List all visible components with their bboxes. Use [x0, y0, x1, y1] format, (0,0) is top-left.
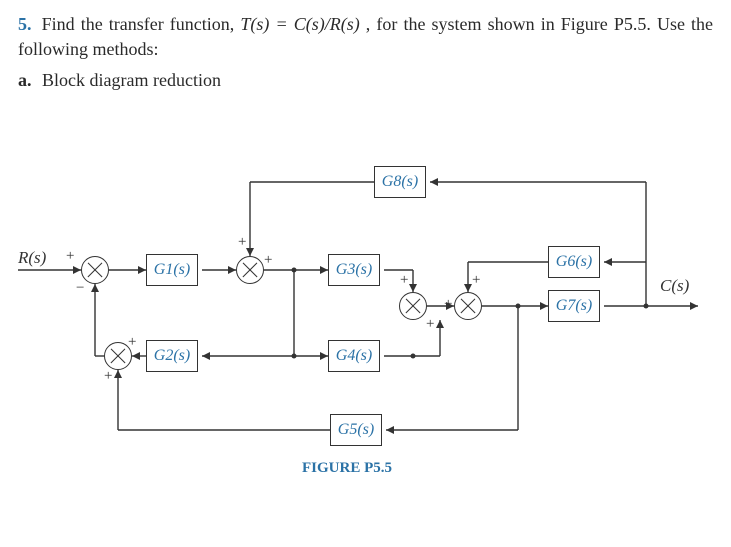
sign-s2-top: +	[238, 234, 246, 251]
block-g2: G2(s)	[146, 340, 198, 372]
summer-2	[236, 256, 264, 284]
block-g6: G6(s)	[548, 246, 600, 278]
problem-equation: T(s) = C(s)/R(s)	[240, 14, 359, 34]
block-g7: G7(s)	[548, 290, 600, 322]
output-label: C(s)	[660, 276, 689, 296]
block-g8: G8(s)	[374, 166, 426, 198]
sign-s1-bot: −	[76, 280, 84, 297]
sign-s3-top: +	[128, 334, 136, 351]
block-g3: G3(s)	[328, 254, 380, 286]
block-g4: G4(s)	[328, 340, 380, 372]
sub-item: a. Block diagram reduction	[18, 70, 713, 91]
sub-text: Block diagram reduction	[42, 70, 221, 90]
figure-caption: FIGURE P5.5	[302, 460, 392, 477]
sign-s2-right: +	[264, 252, 272, 269]
summer-1	[81, 256, 109, 284]
problem-text: 5. Find the transfer function, T(s) = C(…	[18, 12, 713, 62]
sign-s4-left: +	[400, 272, 408, 289]
input-label: R(s)	[18, 248, 46, 268]
problem-text-1: Find the transfer function,	[42, 14, 241, 34]
sign-s3-bot: +	[104, 368, 112, 385]
summer-4	[399, 292, 427, 320]
block-g1: G1(s)	[146, 254, 198, 286]
sign-s5-bot: +	[472, 272, 480, 289]
sub-label: a.	[18, 70, 32, 90]
summer-5	[454, 292, 482, 320]
problem-number: 5.	[18, 14, 32, 34]
sign-s1-top: +	[66, 248, 74, 265]
block-diagram: R(s) + C(s) − + + + + + + + + G1(s) G2(s…	[18, 160, 713, 530]
sign-s5-left: +	[444, 296, 452, 313]
block-g5: G5(s)	[330, 414, 382, 446]
sign-s4-bot: +	[426, 316, 434, 333]
